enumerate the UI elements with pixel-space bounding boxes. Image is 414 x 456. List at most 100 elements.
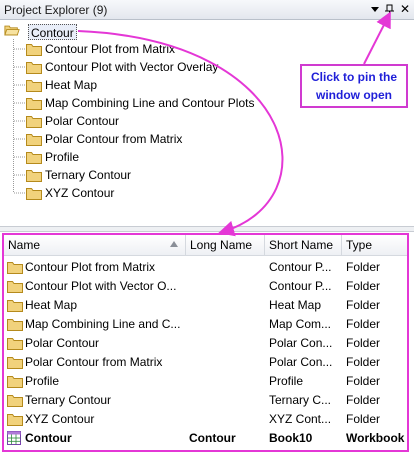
- callout-line-2: window open: [316, 88, 392, 102]
- folder-tree: Contour Contour Plot from Matrix Contour…: [0, 21, 414, 226]
- list-row[interactable]: Ternary Contour Ternary C... Folder: [4, 391, 407, 410]
- tree-item-label: Polar Contour: [45, 114, 120, 128]
- callout-line-1: Click to pin the: [310, 70, 397, 84]
- cell-long-name: [189, 353, 263, 372]
- window-titlebar: Project Explorer (9) ✕: [0, 0, 414, 20]
- cell-short-name: Map Com...: [269, 317, 332, 331]
- column-header-short-name[interactable]: Short Name: [265, 235, 342, 255]
- cell-name: XYZ Contour: [25, 412, 95, 426]
- cell-name: Contour: [25, 431, 72, 445]
- column-header-type[interactable]: Type: [342, 235, 407, 255]
- cell-short-name: Heat Map: [269, 298, 322, 312]
- folder-icon: [26, 152, 42, 164]
- cell-type: Workbook: [346, 431, 405, 445]
- tree-item[interactable]: XYZ Contour: [26, 185, 306, 202]
- cell-short-name: Polar Con...: [269, 355, 333, 369]
- list-row[interactable]: Profile Profile Folder: [4, 372, 407, 391]
- cell-long-name: [189, 315, 263, 334]
- cell-name: Ternary Contour: [25, 393, 112, 407]
- workbook-icon: [7, 431, 21, 445]
- folder-icon: [7, 319, 23, 331]
- cell-long-name: [189, 391, 263, 410]
- cell-type: Folder: [346, 279, 381, 293]
- list-header: Name Long Name Short Name Type: [4, 235, 407, 256]
- folder-icon: [26, 80, 42, 92]
- window-title: Project Explorer (9): [4, 3, 108, 17]
- tree-item-label: Ternary Contour: [45, 168, 132, 182]
- cell-name: Polar Contour: [25, 336, 100, 350]
- column-header-name[interactable]: Name: [4, 235, 186, 255]
- close-icon[interactable]: ✕: [398, 2, 412, 16]
- column-header-long-name[interactable]: Long Name: [186, 235, 265, 255]
- cell-type: Folder: [346, 374, 381, 388]
- tree-item[interactable]: Map Combining Line and Contour Plots: [26, 95, 306, 112]
- cell-short-name: XYZ Cont...: [269, 412, 332, 426]
- cell-type: Folder: [346, 317, 381, 331]
- cell-short-name: Book10: [269, 431, 313, 445]
- tree-item-label: Profile: [45, 150, 80, 164]
- folder-icon: [26, 98, 42, 110]
- list-row[interactable]: Contour Plot from Matrix Contour P... Fo…: [4, 258, 407, 277]
- folder-icon: [7, 376, 23, 388]
- cell-type: Folder: [346, 355, 381, 369]
- cell-long-name: [189, 277, 263, 296]
- folder-icon: [7, 300, 23, 312]
- list-row[interactable]: Polar Contour Polar Con... Folder: [4, 334, 407, 353]
- folder-icon: [26, 170, 42, 182]
- folder-icon: [7, 414, 23, 426]
- cell-name: Contour Plot from Matrix: [25, 260, 156, 274]
- tree-item[interactable]: Polar Contour: [26, 113, 306, 130]
- folder-icon: [26, 116, 42, 128]
- folder-icon: [7, 357, 23, 369]
- tree-item[interactable]: Polar Contour from Matrix: [26, 131, 306, 148]
- tree-item[interactable]: Contour Plot with Vector Overlay: [26, 59, 306, 76]
- cell-type: Folder: [346, 336, 381, 350]
- folder-icon: [7, 338, 23, 350]
- tree-item[interactable]: Ternary Contour: [26, 167, 306, 184]
- pane-splitter[interactable]: [0, 226, 414, 232]
- folder-icon: [7, 281, 23, 293]
- tree-item-label: Heat Map: [45, 78, 98, 92]
- cell-short-name: Contour P...: [269, 260, 332, 274]
- list-row[interactable]: Map Combining Line and C... Map Com... F…: [4, 315, 407, 334]
- folder-icon: [26, 188, 42, 200]
- list-row[interactable]: XYZ Contour XYZ Cont... Folder: [4, 410, 407, 429]
- cell-long-name: [189, 296, 263, 315]
- cell-long-name: [189, 334, 263, 353]
- cell-type: Folder: [346, 412, 381, 426]
- cell-name: Contour Plot with Vector O...: [25, 279, 177, 293]
- tree-item[interactable]: Profile: [26, 149, 306, 166]
- cell-short-name: Profile: [269, 374, 304, 388]
- dropdown-arrow-icon[interactable]: [368, 2, 382, 16]
- cell-long-name: [189, 372, 263, 391]
- folder-icon: [26, 134, 42, 146]
- list-row[interactable]: Heat Map Heat Map Folder: [4, 296, 407, 315]
- cell-long-name: [189, 258, 263, 277]
- list-row[interactable]: Contour Plot with Vector O... Contour P.…: [4, 277, 407, 296]
- cell-name: Map Combining Line and C...: [25, 317, 181, 331]
- cell-type: Folder: [346, 298, 381, 312]
- sort-ascending-icon: [170, 241, 178, 247]
- folder-icon: [7, 395, 23, 407]
- cell-long-name: [189, 410, 263, 429]
- cell-name: Profile: [25, 374, 60, 388]
- list-row[interactable]: Polar Contour from Matrix Polar Con... F…: [4, 353, 407, 372]
- folder-icon: [26, 62, 42, 74]
- pin-icon[interactable]: [383, 2, 397, 16]
- cell-short-name: Contour P...: [269, 279, 332, 293]
- list-row[interactable]: Contour Contour Book10 Workbook: [4, 429, 407, 448]
- cell-type: Folder: [346, 393, 381, 407]
- tree-item-label: Contour Plot with Vector Overlay: [45, 60, 219, 74]
- tree-item-label: Map Combining Line and Contour Plots: [45, 96, 255, 110]
- cell-short-name: Ternary C...: [269, 393, 332, 407]
- cell-short-name: Polar Con...: [269, 336, 333, 350]
- folder-icon: [7, 262, 23, 274]
- tree-item-label: Contour Plot from Matrix: [45, 42, 176, 56]
- tree-item[interactable]: Heat Map: [26, 77, 306, 94]
- pin-callout: Click to pin the window open: [300, 64, 408, 108]
- cell-name: Heat Map: [25, 298, 78, 312]
- column-header-name-label: Name: [8, 238, 41, 252]
- tree-item[interactable]: Contour Plot from Matrix: [26, 41, 306, 58]
- tree-item-label: XYZ Contour: [45, 186, 115, 200]
- cell-name: Polar Contour from Matrix: [25, 355, 163, 369]
